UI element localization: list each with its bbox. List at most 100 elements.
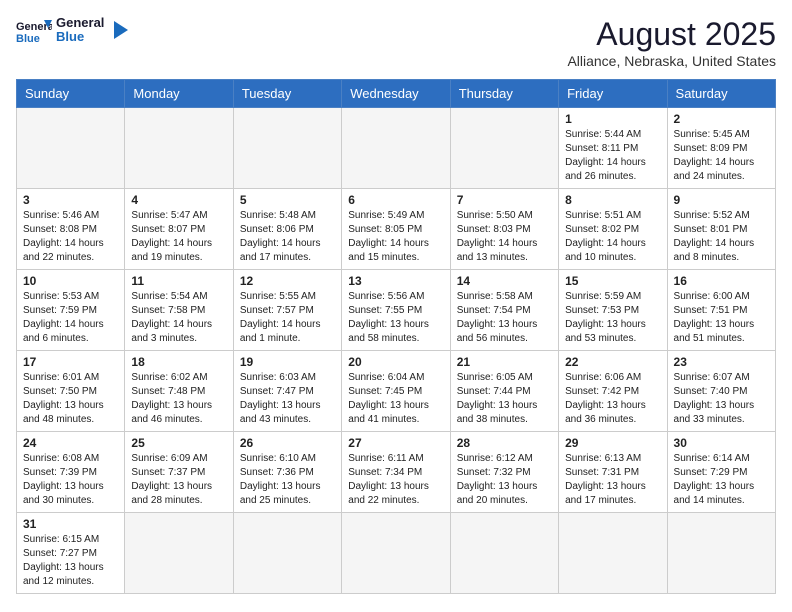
day-number: 29: [565, 436, 660, 450]
day-number: 7: [457, 193, 552, 207]
location-title: Alliance, Nebraska, United States: [567, 53, 776, 69]
day-info: Sunrise: 5:54 AM Sunset: 7:58 PM Dayligh…: [131, 290, 226, 346]
calendar-cell: 18Sunrise: 6:02 AM Sunset: 7:48 PM Dayli…: [125, 351, 233, 432]
day-number: 19: [240, 355, 335, 369]
day-number: 1: [565, 112, 660, 126]
calendar-cell: 19 Sunrise: 6:03 AM Sunset: 7:47 PM Dayli…: [233, 351, 341, 432]
weekday-header-friday: Friday: [559, 80, 667, 108]
page-header: General Blue General Blue August 2025 Al…: [16, 16, 776, 69]
calendar-cell: 16 Sunrise: 6:00 AM Sunset: 7:51 PM Dayli…: [667, 270, 775, 351]
day-info: Sunrise: 5:52 AM Sunset: 8:01 PM Dayligh…: [674, 209, 769, 265]
day-info: Sunrise: 6:13 AM Sunset: 7:31 PM Dayligh…: [565, 452, 660, 508]
calendar-cell: 7 Sunrise: 5:50 AM Sunset: 8:03 PM Daylig…: [450, 189, 558, 270]
day-number: 9: [674, 193, 769, 207]
calendar-cell: 21 Sunrise: 6:05 AM Sunset: 7:44 PM Dayli…: [450, 351, 558, 432]
day-number: 14: [457, 274, 552, 288]
day-info: Sunrise: 5:53 AM Sunset: 7:59 PM Dayligh…: [23, 290, 118, 346]
day-info: Sunrise: 5:55 AM Sunset: 7:57 PM Dayligh…: [240, 290, 335, 346]
weekday-header-tuesday: Tuesday: [233, 80, 341, 108]
calendar-cell: 3Sunrise: 5:46 AM Sunset: 8:08 PM Daylig…: [17, 189, 125, 270]
calendar-cell: 30 Sunrise: 6:14 AM Sunset: 7:29 PM Dayli…: [667, 432, 775, 513]
weekday-header-wednesday: Wednesday: [342, 80, 450, 108]
day-number: 25: [131, 436, 226, 450]
day-info: Sunrise: 6:06 AM Sunset: 7:42 PM Dayligh…: [565, 371, 660, 427]
calendar-cell: 9 Sunrise: 5:52 AM Sunset: 8:01 PM Daylig…: [667, 189, 775, 270]
day-number: 23: [674, 355, 769, 369]
calendar-cell: 23 Sunrise: 6:07 AM Sunset: 7:40 PM Dayli…: [667, 351, 775, 432]
logo-general-text: General: [56, 16, 104, 30]
calendar-cell: [450, 513, 558, 594]
calendar-cell: 28 Sunrise: 6:12 AM Sunset: 7:32 PM Dayli…: [450, 432, 558, 513]
logo-icon: General Blue: [16, 16, 52, 44]
day-number: 4: [131, 193, 226, 207]
day-info: Sunrise: 5:45 AM Sunset: 8:09 PM Dayligh…: [674, 128, 769, 184]
day-info: Sunrise: 5:50 AM Sunset: 8:03 PM Dayligh…: [457, 209, 552, 265]
logo: General Blue General Blue: [16, 16, 130, 45]
calendar-cell: [559, 513, 667, 594]
day-info: Sunrise: 5:51 AM Sunset: 8:02 PM Dayligh…: [565, 209, 660, 265]
day-info: Sunrise: 6:02 AM Sunset: 7:48 PM Dayligh…: [131, 371, 226, 427]
weekday-header-saturday: Saturday: [667, 80, 775, 108]
day-info: Sunrise: 6:00 AM Sunset: 7:51 PM Dayligh…: [674, 290, 769, 346]
calendar-cell: 20 Sunrise: 6:04 AM Sunset: 7:45 PM Dayli…: [342, 351, 450, 432]
calendar-cell: [125, 513, 233, 594]
weekday-header-sunday: Sunday: [17, 80, 125, 108]
calendar-cell: 15Sunrise: 5:59 AM Sunset: 7:53 PM Dayli…: [559, 270, 667, 351]
day-number: 28: [457, 436, 552, 450]
day-info: Sunrise: 5:44 AM Sunset: 8:11 PM Dayligh…: [565, 128, 660, 184]
calendar-cell: 27Sunrise: 6:11 AM Sunset: 7:34 PM Dayli…: [342, 432, 450, 513]
title-area: August 2025 Alliance, Nebraska, United S…: [567, 16, 776, 69]
calendar-cell: [667, 513, 775, 594]
calendar-cell: [450, 108, 558, 189]
logo-blue-text: Blue: [56, 30, 104, 44]
calendar-cell: [342, 513, 450, 594]
day-number: 12: [240, 274, 335, 288]
day-info: Sunrise: 5:46 AM Sunset: 8:08 PM Dayligh…: [23, 209, 118, 265]
day-number: 8: [565, 193, 660, 207]
day-number: 21: [457, 355, 552, 369]
calendar-cell: 8 Sunrise: 5:51 AM Sunset: 8:02 PM Daylig…: [559, 189, 667, 270]
day-number: 11: [131, 274, 226, 288]
calendar-cell: 24Sunrise: 6:08 AM Sunset: 7:39 PM Dayli…: [17, 432, 125, 513]
calendar-cell: 2 Sunrise: 5:45 AM Sunset: 8:09 PM Daylig…: [667, 108, 775, 189]
day-number: 20: [348, 355, 443, 369]
day-number: 17: [23, 355, 118, 369]
day-number: 5: [240, 193, 335, 207]
calendar-cell: 1 Sunrise: 5:44 AM Sunset: 8:11 PM Daylig…: [559, 108, 667, 189]
calendar-cell: [17, 108, 125, 189]
month-title: August 2025: [567, 16, 776, 53]
day-info: Sunrise: 6:01 AM Sunset: 7:50 PM Dayligh…: [23, 371, 118, 427]
day-info: Sunrise: 6:07 AM Sunset: 7:40 PM Dayligh…: [674, 371, 769, 427]
calendar-cell: 26 Sunrise: 6:10 AM Sunset: 7:36 PM Dayli…: [233, 432, 341, 513]
day-info: Sunrise: 6:12 AM Sunset: 7:32 PM Dayligh…: [457, 452, 552, 508]
calendar-cell: 6Sunrise: 5:49 AM Sunset: 8:05 PM Daylig…: [342, 189, 450, 270]
calendar-cell: 12 Sunrise: 5:55 AM Sunset: 7:57 PM Dayli…: [233, 270, 341, 351]
day-info: Sunrise: 6:04 AM Sunset: 7:45 PM Dayligh…: [348, 371, 443, 427]
day-number: 10: [23, 274, 118, 288]
day-info: Sunrise: 6:14 AM Sunset: 7:29 PM Dayligh…: [674, 452, 769, 508]
day-number: 26: [240, 436, 335, 450]
day-info: Sunrise: 6:05 AM Sunset: 7:44 PM Dayligh…: [457, 371, 552, 427]
day-info: Sunrise: 6:03 AM Sunset: 7:47 PM Dayligh…: [240, 371, 335, 427]
day-info: Sunrise: 5:48 AM Sunset: 8:06 PM Dayligh…: [240, 209, 335, 265]
day-number: 2: [674, 112, 769, 126]
calendar-table: SundayMondayTuesdayWednesdayThursdayFrid…: [16, 79, 776, 594]
day-info: Sunrise: 6:08 AM Sunset: 7:39 PM Dayligh…: [23, 452, 118, 508]
calendar-cell: 4Sunrise: 5:47 AM Sunset: 8:07 PM Daylig…: [125, 189, 233, 270]
day-info: Sunrise: 6:10 AM Sunset: 7:36 PM Dayligh…: [240, 452, 335, 508]
day-number: 16: [674, 274, 769, 288]
calendar-cell: 5 Sunrise: 5:48 AM Sunset: 8:06 PM Daylig…: [233, 189, 341, 270]
weekday-header-thursday: Thursday: [450, 80, 558, 108]
day-number: 31: [23, 517, 118, 531]
calendar-cell: 11 Sunrise: 5:54 AM Sunset: 7:58 PM Dayli…: [125, 270, 233, 351]
calendar-cell: 13Sunrise: 5:56 AM Sunset: 7:55 PM Dayli…: [342, 270, 450, 351]
calendar-cell: 14Sunrise: 5:58 AM Sunset: 7:54 PM Dayli…: [450, 270, 558, 351]
day-info: Sunrise: 6:11 AM Sunset: 7:34 PM Dayligh…: [348, 452, 443, 508]
weekday-header-monday: Monday: [125, 80, 233, 108]
day-number: 30: [674, 436, 769, 450]
day-info: Sunrise: 5:49 AM Sunset: 8:05 PM Dayligh…: [348, 209, 443, 265]
svg-text:Blue: Blue: [16, 33, 40, 44]
day-number: 22: [565, 355, 660, 369]
calendar-cell: [233, 108, 341, 189]
day-info: Sunrise: 5:56 AM Sunset: 7:55 PM Dayligh…: [348, 290, 443, 346]
